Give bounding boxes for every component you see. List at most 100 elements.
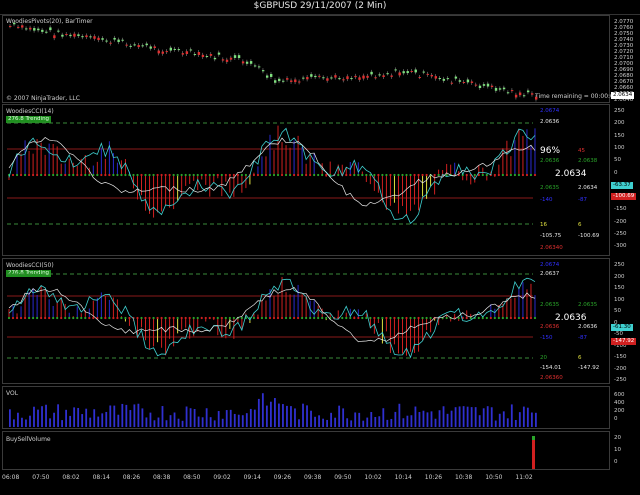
volume-bar: [249, 408, 252, 427]
zero-dot: [437, 173, 440, 177]
zero-dot: [288, 316, 292, 320]
volume-bar: [193, 409, 196, 427]
zero-dot: [485, 173, 488, 177]
zero-dot: [36, 173, 39, 177]
cci50-bottom: 2.06360: [540, 375, 563, 381]
candle: [193, 54, 197, 56]
zero-dot: [216, 173, 219, 177]
volume-bar: [322, 418, 324, 427]
candle: [418, 77, 421, 79]
zero-dot: [417, 316, 420, 320]
zero-dot: [301, 316, 304, 320]
zero-dot: [477, 316, 480, 320]
volume-panel[interactable]: VOL: [2, 386, 610, 429]
volume-bar: [33, 406, 35, 427]
volume-bar: [9, 409, 11, 427]
volume-bar: [141, 408, 144, 427]
candle: [57, 30, 60, 32]
zero-dot: [401, 173, 404, 177]
cci50-red-badge: -147.92: [611, 338, 637, 345]
zero-dot: [256, 316, 260, 320]
zero-dot: [465, 173, 468, 177]
zero-dot: [27, 173, 31, 177]
buysellvolume-panel[interactable]: BuySellVolume: [2, 431, 610, 470]
candle: [498, 88, 502, 90]
volume-bar: [330, 412, 333, 427]
volume-bar: [526, 407, 529, 427]
axis-tick: -250: [614, 231, 627, 237]
volume-bar: [97, 416, 100, 427]
time-tick: 10:14: [394, 474, 412, 481]
zero-dot: [417, 173, 420, 177]
zero-dot: [280, 173, 284, 177]
volume-bar: [314, 416, 316, 427]
cci14-cyan-badge: -63.37: [611, 182, 633, 189]
zero-dot: [116, 316, 119, 320]
zero-dot: [200, 316, 203, 320]
volume-bar: [17, 412, 19, 427]
candle: [462, 82, 466, 84]
time-tick: 09:14: [243, 474, 261, 481]
candle: [474, 84, 478, 86]
volume-bar: [57, 404, 59, 427]
time-tick: 06:08: [2, 474, 20, 481]
volume-bar: [410, 415, 413, 427]
axis-tick: 250: [614, 262, 625, 268]
volume-bar: [93, 409, 96, 427]
zero-dot: [264, 173, 268, 177]
zero-dot: [389, 316, 392, 320]
candle: [249, 61, 253, 64]
axis-tick: 0: [614, 416, 618, 422]
zero-dot: [349, 173, 352, 177]
cci14-panel[interactable]: WoodiesCCI(14) 276.8 Trending 2.0674 2.0…: [2, 104, 610, 256]
cci14-top-value: 2.0674: [540, 108, 560, 114]
candle: [89, 36, 92, 38]
zero-dot: [529, 173, 533, 177]
time-tick: 09:02: [213, 474, 231, 481]
zero-dot: [517, 316, 521, 320]
zero-dot: [485, 316, 488, 320]
zero-dot: [433, 173, 436, 177]
zero-dot: [381, 316, 384, 320]
candle: [65, 34, 68, 36]
candle: [530, 93, 534, 95]
zero-dot: [497, 173, 500, 177]
candle: [370, 71, 373, 75]
candle: [69, 34, 72, 37]
volume-bar: [53, 412, 55, 427]
zero-dot: [240, 316, 243, 320]
zero-dot: [232, 316, 235, 320]
cci50-axis: 250 200 150 100 50 0 -50 -100 -150 -200 -250: [611, 258, 640, 384]
volume-bar: [294, 408, 296, 427]
price-panel[interactable]: WoodiesPivots(20), BarTimer © 2007 Ninja…: [2, 15, 618, 103]
volume-bar: [37, 409, 39, 427]
axis-tick: -300: [614, 243, 627, 250]
zero-dot: [317, 316, 320, 320]
candle: [45, 31, 48, 33]
volume-bar: [213, 420, 216, 427]
zero-dot: [393, 173, 396, 177]
time-tick: 09:50: [334, 474, 352, 481]
candle: [221, 59, 225, 61]
volume-bar: [502, 411, 505, 427]
volume-bar: [153, 420, 156, 427]
zero-dot: [160, 173, 163, 177]
cci50-panel[interactable]: WoodiesCCI(50) 276.8 Trending 2.0674 2.0…: [2, 258, 610, 384]
buy-volume-bar: [532, 436, 535, 440]
volume-bar: [478, 415, 481, 427]
candle: [205, 56, 209, 58]
zero-dot: [31, 173, 35, 177]
zero-dot: [140, 316, 143, 320]
zero-dot: [353, 173, 356, 177]
zero-dot: [15, 316, 19, 320]
zero-dot: [104, 173, 107, 177]
zero-dot: [7, 316, 11, 320]
candle: [490, 85, 494, 88]
zero-dot: [425, 173, 428, 177]
candle: [173, 48, 177, 50]
zero-dot: [120, 316, 123, 320]
volume-bar: [245, 413, 248, 427]
cci50-r2-right: 2.0636: [578, 324, 598, 330]
axis-tick: 50: [614, 157, 621, 164]
zero-dot: [184, 173, 187, 177]
